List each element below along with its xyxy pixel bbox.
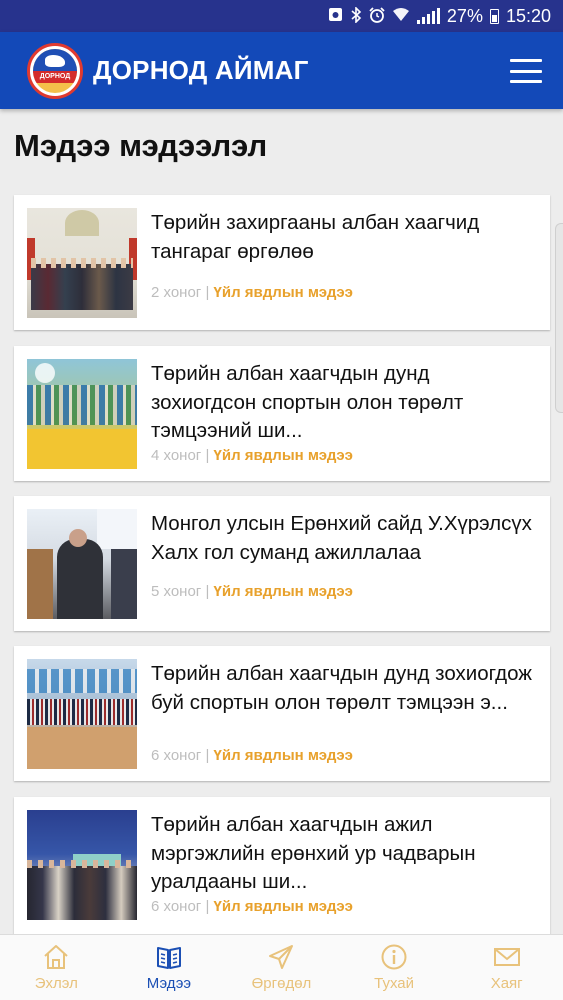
battery-percent: 27% [446,5,483,26]
meta-separator: | [205,583,210,600]
news-thumbnail[interactable] [27,509,137,619]
nav-address[interactable]: Хаяг [450,935,563,1000]
news-thumbnail[interactable] [27,810,137,920]
news-age: 6 хоног [151,898,202,915]
news-category[interactable]: Үйл явдлын мэдээ [214,284,353,301]
news-age: 2 хоног [151,284,202,301]
news-thumbnail[interactable] [27,208,137,318]
signal-icon [416,8,440,24]
nav-label: Өргөдөл [251,975,312,992]
news-meta: 4 хоног | Үйл явдлын мэдээ [151,447,353,464]
news-card[interactable]: Төрийн албан хаагчдын дунд зохиогдсон сп… [14,346,550,481]
news-headline[interactable]: Төрийн албан хаагчдын дунд зохиогдож буй… [151,660,538,717]
news-headline[interactable]: Төрийн албан хаагчдын дунд зохиогдсон сп… [151,360,538,446]
news-meta: 2 хоног | Үйл явдлын мэдээ [151,284,353,301]
nav-petition[interactable]: Өргөдөл [225,935,338,1000]
nav-label: Тухай [374,975,415,992]
news-category[interactable]: Үйл явдлын мэдээ [214,747,353,764]
nav-label: Эхлэл [34,975,78,992]
news-age: 4 хоног [151,447,202,464]
info-icon [381,944,407,970]
meta-separator: | [205,447,210,464]
nav-label: Хаяг [490,975,523,992]
news-headline[interactable]: Төрийн захиргааны албан хаагчид тангараг… [151,209,538,266]
news-category[interactable]: Үйл явдлын мэдээ [214,447,353,464]
app-bar: ДОРНОД ДОРНОД АЙМАГ [0,32,563,109]
clock: 15:20 [505,5,551,26]
news-meta: 6 хоног | Үйл явдлын мэдээ [151,898,353,915]
status-bar: 27% 15:20 [0,0,563,32]
app-title: ДОРНОД АЙМАГ [93,55,309,85]
bottom-navigation: Эхлэл Мэдээ Өргөдөл Тухай Хаяг [0,934,563,1000]
logo-text: ДОРНОД [33,70,77,83]
nav-home[interactable]: Эхлэл [0,935,113,1000]
news-card[interactable]: Төрийн захиргааны албан хаагчид тангараг… [14,195,550,330]
news-meta: 6 хоног | Үйл явдлын мэдээ [151,747,353,764]
scroll-handle[interactable] [555,223,563,413]
meta-separator: | [205,898,210,915]
dornod-logo[interactable]: ДОРНОД [27,42,83,99]
news-headline[interactable]: Монгол улсын Ерөнхий сайд У.Хүрэлсүх Хал… [151,510,538,567]
news-thumbnail[interactable] [27,659,137,769]
news-category[interactable]: Үйл явдлын мэдээ [214,898,353,915]
menu-icon[interactable] [510,59,542,83]
home-icon [44,945,68,969]
nav-label: Мэдээ [146,975,191,992]
alarm-icon [369,6,385,26]
wifi-icon [392,7,410,25]
mail-icon [493,948,520,966]
nav-news[interactable]: Мэдээ [113,935,226,1000]
news-card[interactable]: Төрийн албан хаагчдын дунд зохиогдож буй… [14,646,550,781]
news-headline[interactable]: Төрийн албан хаагчдын ажил мэргэжлийн ер… [151,811,538,897]
news-meta: 5 хоног | Үйл явдлын мэдээ [151,583,353,600]
bluetooth-icon [350,5,362,26]
news-age: 6 хоног [151,747,202,764]
news-card[interactable]: Монгол улсын Ерөнхий сайд У.Хүрэлсүх Хал… [14,496,550,631]
screenshot-icon [328,7,343,25]
send-icon [269,945,294,969]
book-icon [156,947,181,969]
battery-icon [489,8,499,24]
page-title: Мэдээ мэдээлэл [14,128,268,163]
news-category[interactable]: Үйл явдлын мэдээ [214,583,353,600]
news-card[interactable]: Төрийн албан хаагчдын ажил мэргэжлийн ер… [14,797,550,937]
nav-about[interactable]: Тухай [338,935,451,1000]
meta-separator: | [205,284,210,301]
screen: 27% 15:20 ДОРНОД ДОРНОД АЙМАГ Мэдээ мэдэ… [0,0,563,1000]
meta-separator: | [205,747,210,764]
news-thumbnail[interactable] [27,359,137,469]
news-age: 5 хоног [151,583,202,600]
